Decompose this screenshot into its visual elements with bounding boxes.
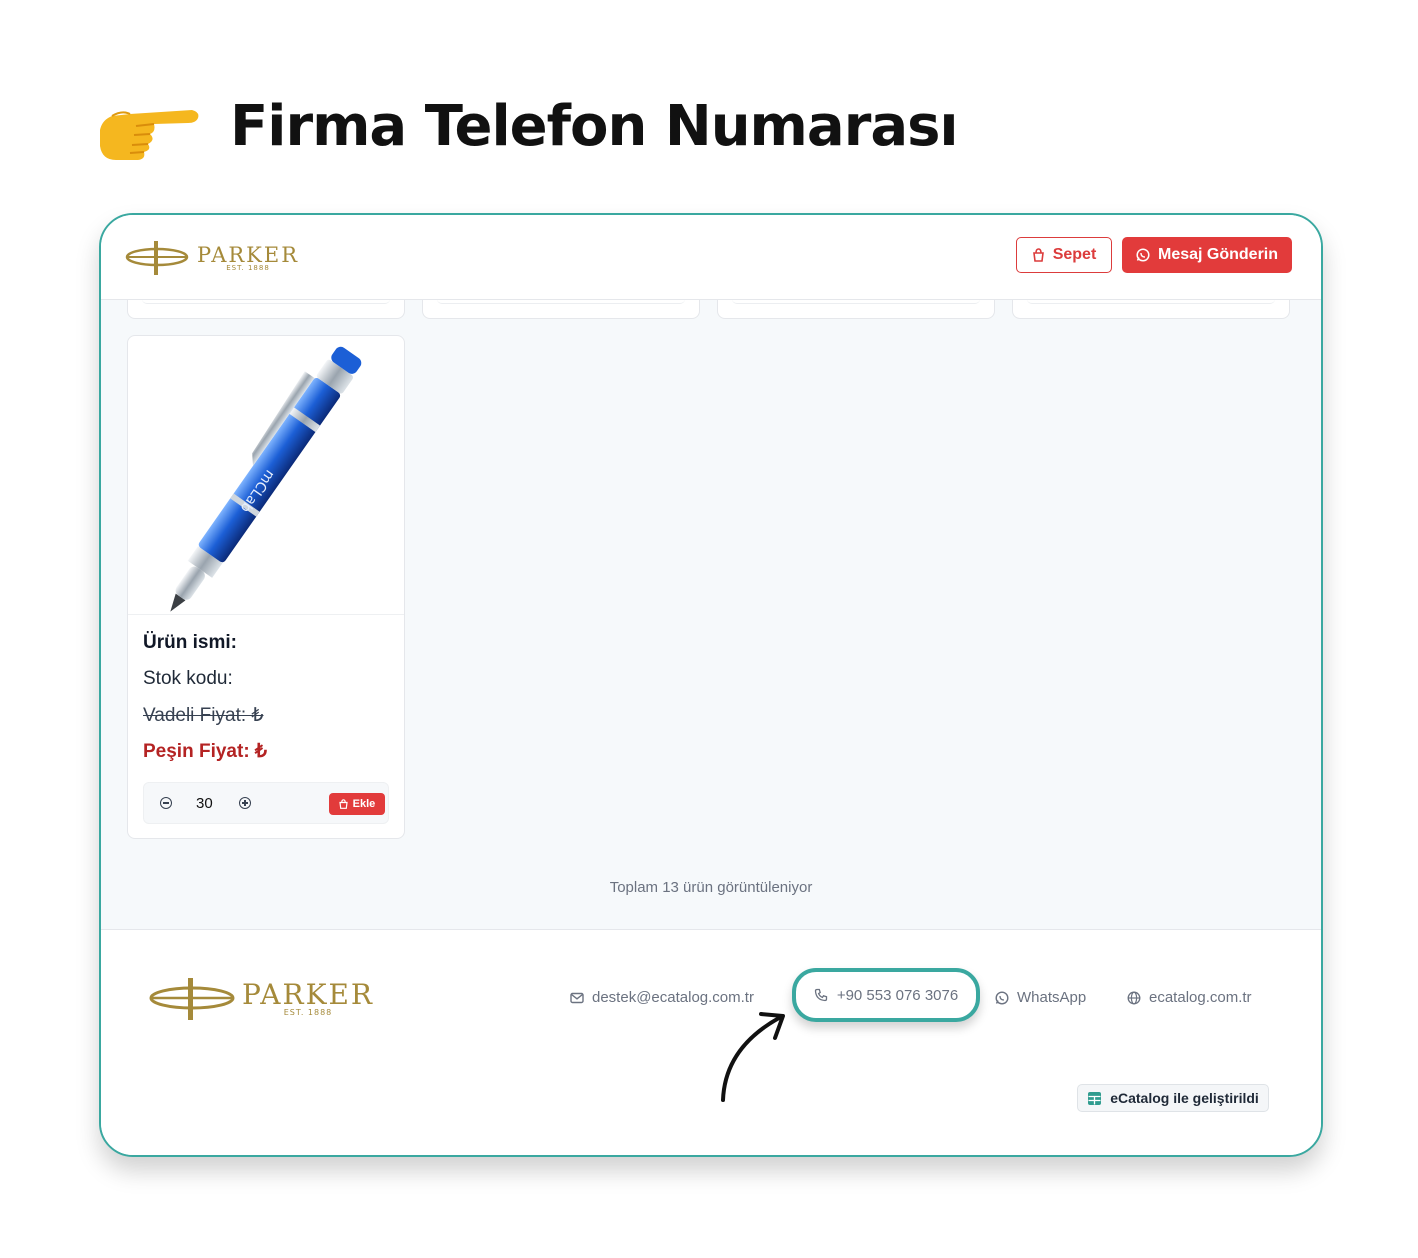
phone-number: +90 553 076 3076 [836,986,959,1004]
bag-icon [338,799,348,809]
page-title: Firma Telefon Numarası [230,93,959,159]
add-label: Ekle [352,798,376,810]
website-link[interactable]: ecatalog.com.tr [1127,989,1252,1006]
pointing-hand-icon [100,110,199,160]
whatsapp-link[interactable]: WhatsApp [995,989,1086,1006]
plus-icon[interactable] [239,797,251,809]
product-card: mCLab Ürün ismi: Stok kodu: Vadeli Fiyat… [127,335,405,839]
send-message-button[interactable]: Mesaj Gönderin [1122,237,1292,273]
arrow-icon [721,1012,785,1102]
phone-icon [814,988,827,1002]
product-count-text: Toplam 13 ürün görüntüleniyor [609,879,813,896]
ecatalog-credit-badge[interactable]: eCatalog ile geliştirildi [1077,1084,1269,1112]
brand-logo[interactable]: PARKER EST. 1888 [125,239,299,277]
quantity-value[interactable]: 30 [196,795,213,812]
credit-text: eCatalog ile geliştirildi [1110,1090,1259,1106]
whatsapp-icon [995,990,1009,1005]
minus-icon[interactable] [160,797,172,809]
parker-arrow-icon [125,241,189,275]
product-name-label: Ürün ismi: [143,632,237,653]
app-screenshot: PARKER EST. 1888 Sepet Mesaj Gönderin mC… [99,213,1323,1157]
product-card-partial [127,299,405,319]
footer-brand-logo[interactable]: PARKER EST. 1888 [148,976,374,1022]
deferred-price: Vadeli Fiyat: ₺ [143,705,264,726]
globe-icon [1127,991,1141,1004]
add-to-cart-button[interactable]: Ekle [329,793,385,815]
product-card-partial [1012,299,1290,319]
product-card-partial [422,299,700,319]
page-heading: Firma Telefon Numarası [96,88,959,164]
whatsapp-icon [1136,248,1150,262]
send-message-label: Mesaj Gönderin [1157,246,1279,263]
brand-name: PARKER [197,243,300,267]
email-text: destek@ecatalog.com.tr [592,989,754,1006]
whatsapp-text: WhatsApp [1017,989,1087,1006]
parker-arrow-icon [149,978,235,1020]
cash-price: Peşin Fiyat: ₺ [143,741,268,762]
grid-icon [1088,1091,1102,1105]
top-bar: PARKER EST. 1888 Sepet Mesaj Gönderin [101,215,1321,300]
email-link[interactable]: destek@ecatalog.com.tr [570,989,754,1006]
website-text: ecatalog.com.tr [1149,989,1252,1006]
product-image[interactable]: mCLab [128,336,404,615]
mail-icon [570,992,584,1003]
footer: PARKER EST. 1888 destek@ecatalog.com.tr … [101,929,1321,1155]
footer-brand-name: PARKER [242,978,375,1011]
product-card-partial [717,299,995,319]
cart-label: Sepet [1052,246,1097,263]
stock-code-label: Stok kodu: [143,668,233,689]
bag-icon [1032,248,1044,262]
cart-button[interactable]: Sepet [1016,237,1112,273]
quantity-stepper: 30 Ekle [143,782,389,824]
phone-link[interactable]: +90 553 076 3076 [792,968,980,1022]
